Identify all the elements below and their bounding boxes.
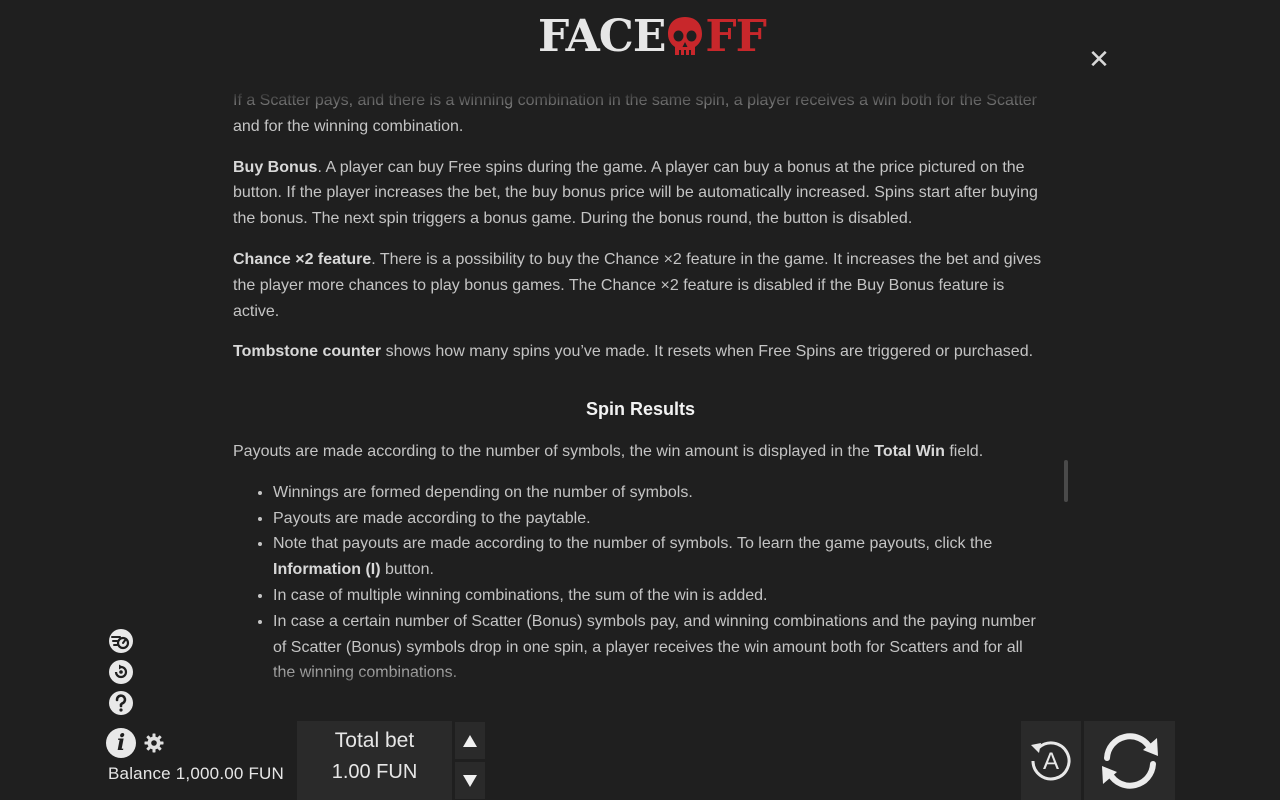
payouts-paragraph: Payouts are made according to the number…	[233, 439, 1048, 465]
list-item: Note that payouts are made according to …	[273, 531, 1048, 583]
scrollbar-thumb[interactable]	[1064, 460, 1068, 502]
balance-value: 1,000.00 FUN	[175, 764, 285, 783]
close-icon[interactable]: ✕	[1086, 46, 1112, 72]
help-icon[interactable]	[108, 690, 134, 716]
info-icon[interactable]: i	[106, 728, 136, 758]
gear-icon[interactable]	[144, 733, 164, 753]
spin-icon	[1101, 732, 1158, 789]
spin-results-heading: Spin Results	[585, 399, 696, 420]
list-item: In case of multiple winning combinations…	[273, 583, 1048, 609]
total-bet-label: Total bet	[334, 729, 415, 752]
chance-paragraph: Chance ×2 feature. There is a possibilit…	[233, 247, 1048, 324]
payouts-text-after: field.	[944, 442, 984, 460]
list-item: Payouts are made according to the paytab…	[273, 506, 1048, 532]
logo-off-text: FF	[705, 11, 766, 62]
bet-decrease-button[interactable]	[455, 762, 485, 799]
triangle-up-icon	[463, 734, 477, 747]
rules-content[interactable]: If a Scatter pays, and there is a winnin…	[233, 90, 1048, 702]
total-bet-value: 1.00 FUN	[331, 761, 418, 783]
autoplay-letter: A	[1043, 748, 1059, 775]
skull-icon	[668, 17, 703, 55]
tombstone-text: shows how many spins you’ve made. It res…	[381, 343, 1034, 361]
triangle-down-icon	[463, 774, 477, 787]
balance-label: Balance	[108, 764, 171, 783]
bet-increase-button[interactable]	[455, 722, 485, 759]
scatter-paragraph: If a Scatter pays, and there is a winnin…	[233, 92, 1037, 135]
list-item: In case a certain number of Scatter (Bon…	[273, 609, 1048, 686]
quick-spin-icon[interactable]	[108, 659, 134, 685]
logo-face-text: FACE	[538, 11, 666, 62]
information-bold: Information (I)	[273, 561, 381, 579]
game-logo: FACE FF	[538, 11, 767, 62]
total-win-bold: Total Win	[874, 442, 945, 460]
autoplay-icon: A	[1031, 740, 1071, 780]
buy-bonus-title: Buy Bonus	[233, 158, 318, 176]
spin-button[interactable]	[1084, 721, 1175, 800]
bullet-3-before: Note that payouts are made according to …	[273, 535, 993, 553]
chance-title: Chance ×2 feature	[233, 250, 372, 268]
autoplay-button[interactable]: A	[1021, 721, 1081, 800]
payouts-text-before: Payouts are made according to the number…	[233, 442, 875, 460]
buy-bonus-paragraph: Buy Bonus. A player can buy Free spins d…	[233, 155, 1048, 232]
total-bet-panel: Total bet 1.00 FUN	[297, 721, 452, 800]
list-item: Winnings are formed depending on the num…	[273, 480, 1048, 506]
buy-bonus-text: . A player can buy Free spins during the…	[233, 158, 1038, 228]
turbo-icon[interactable]	[108, 628, 134, 654]
bullet-3-after: button.	[380, 561, 434, 579]
tombstone-title: Tombstone counter	[233, 343, 382, 361]
spin-results-list: Winnings are formed depending on the num…	[233, 480, 1048, 686]
tombstone-paragraph: Tombstone counter shows how many spins y…	[233, 339, 1048, 365]
balance-display: Balance 1,000.00 FUN	[108, 764, 284, 784]
